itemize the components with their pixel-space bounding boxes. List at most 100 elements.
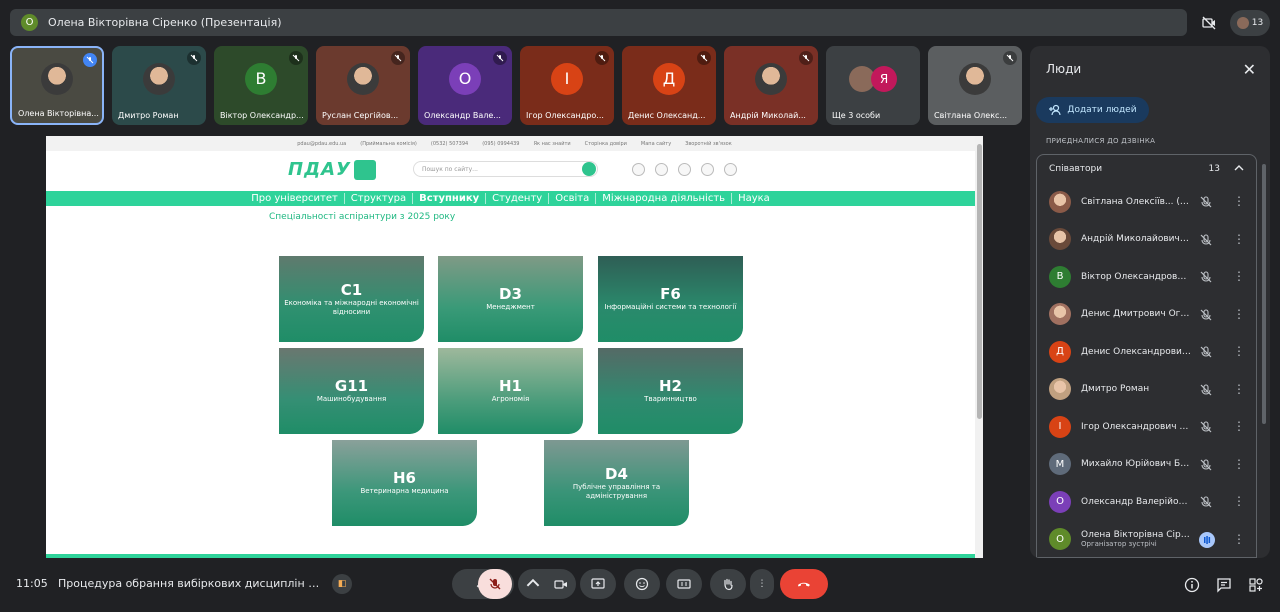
participant-role: Організатор зустрічі xyxy=(1081,540,1157,548)
more-vert-icon[interactable]: ⋮ xyxy=(1233,419,1245,433)
mic-off-icon[interactable] xyxy=(1199,307,1213,321)
camera-off-icon[interactable] xyxy=(1196,10,1222,36)
page-heading: Спеціальності аспірантури з 2025 року xyxy=(269,212,456,222)
specialty-label: Економіка та міжнародні економічні відно… xyxy=(284,298,419,316)
mic-off-icon[interactable] xyxy=(1199,457,1213,471)
site-nav: Про університет Структура Вступнику Студент… xyxy=(46,191,975,206)
add-people-button[interactable]: Додати людей xyxy=(1036,97,1149,123)
mic-off-icon[interactable] xyxy=(1199,419,1213,433)
info-icon[interactable] xyxy=(1184,577,1200,593)
specialty-label: Машинобудування xyxy=(316,395,387,404)
captions-icon xyxy=(677,579,691,589)
participant-row[interactable]: В Віктор Олександрович... ⋮ xyxy=(1037,258,1258,295)
mic-off-icon[interactable] xyxy=(1199,382,1213,396)
site-nav-item: Студенту xyxy=(486,193,550,204)
participant-tile[interactable]: Андрій Миколай... xyxy=(724,46,818,125)
participant-row[interactable]: М Михайло Юрійович Ба... ⋮ xyxy=(1037,446,1258,483)
specialty-card: G11 Машинобудування xyxy=(279,348,424,434)
avatar: В xyxy=(245,62,277,95)
group-header[interactable]: Співавтори 13 xyxy=(1037,155,1256,183)
participant-tile[interactable]: Д Денис Олександ... xyxy=(622,46,716,125)
specialty-card: H2 Тваринництво xyxy=(598,348,743,434)
mic-off-icon xyxy=(697,51,711,65)
participant-name: Андрій Миколайович Р... xyxy=(1081,234,1191,244)
more-vert-icon[interactable]: ⋮ xyxy=(1233,344,1245,358)
meeting-details-icon[interactable]: ◧ xyxy=(332,574,352,594)
chat-icon[interactable] xyxy=(1216,577,1232,593)
more-vert-icon[interactable]: ⋮ xyxy=(1233,532,1245,546)
more-vert-icon[interactable]: ⋮ xyxy=(1233,494,1245,508)
chevron-up-icon[interactable] xyxy=(526,576,540,593)
contributors-group: Співавтори 13 Світлана Олексіїв... (Ви) ⋮… xyxy=(1036,154,1257,558)
specialty-label: Агрономія xyxy=(491,395,530,404)
site-top-bar: pdau@pdau.edu.ua (Приймальна комісія) (053… xyxy=(46,136,983,151)
participant-row[interactable]: Денис Дмитрович Огар ⋮ xyxy=(1037,296,1258,333)
more-vert-icon[interactable]: ⋮ xyxy=(1233,382,1245,396)
leave-call-button[interactable] xyxy=(780,569,828,599)
more-vert-icon[interactable]: ⋮ xyxy=(1233,194,1245,208)
mic-off-icon[interactable] xyxy=(1199,494,1213,508)
more-vert-icon[interactable]: ⋮ xyxy=(1233,269,1245,283)
site-logo: ПДАУ xyxy=(288,159,376,180)
mic-off-button[interactable] xyxy=(478,569,512,599)
participant-tile[interactable]: І Ігор Олександро... xyxy=(520,46,614,125)
speaking-icon[interactable] xyxy=(1199,531,1215,548)
mic-off-icon[interactable] xyxy=(1199,232,1213,246)
participant-row[interactable]: О Олена Вікторівна Сіре... Організатор зус… xyxy=(1037,521,1258,558)
captions-button[interactable] xyxy=(666,569,702,599)
participant-name: Ще 3 особи xyxy=(832,111,881,120)
more-vert-icon[interactable]: ⋮ xyxy=(1233,232,1245,246)
logo-text: ПДАУ xyxy=(288,159,351,180)
chevron-up-icon[interactable] xyxy=(1234,164,1244,174)
participant-row[interactable]: О Олександр Валерійов... ⋮ xyxy=(1037,483,1258,520)
camera-icon[interactable] xyxy=(554,577,568,591)
close-icon[interactable]: ✕ xyxy=(1243,60,1256,79)
participant-name: Олександр Вале... xyxy=(424,111,501,120)
participant-tile[interactable]: Я Ще 3 особи xyxy=(826,46,920,125)
more-vert-icon: ⋮ xyxy=(757,579,767,589)
shared-screen: pdau@pdau.edu.ua (Приймальна комісія) (053… xyxy=(46,136,983,558)
participant-photo xyxy=(755,62,787,95)
specialty-card: H1 Агрономія xyxy=(438,348,583,434)
instagram-icon xyxy=(655,163,668,176)
more-options-button[interactable]: ⋮ xyxy=(750,569,774,599)
raise-hand-button[interactable] xyxy=(710,569,746,599)
participant-name: Денис Олександ... xyxy=(628,111,706,120)
participants-button[interactable]: 13 xyxy=(1230,10,1270,36)
present-screen-button[interactable] xyxy=(580,569,616,599)
participant-row[interactable]: Андрій Миколайович Р... ⋮ xyxy=(1037,221,1258,258)
participant-row[interactable]: Дмитро Роман ⋮ xyxy=(1037,371,1258,408)
mic-off-icon xyxy=(187,51,201,65)
leaf-icon xyxy=(353,159,376,180)
participant-row[interactable]: І Ігор Олександрович П... ⋮ xyxy=(1037,408,1258,445)
participant-tile[interactable]: Дмитро Роман xyxy=(112,46,206,125)
panel-title: Люди xyxy=(1046,62,1082,76)
participant-row[interactable]: Д Денис Олександрович... ⋮ xyxy=(1037,333,1258,370)
more-vert-icon[interactable]: ⋮ xyxy=(1233,457,1245,471)
tiktok-icon xyxy=(632,163,645,176)
specialty-label: Ветеринарна медицина xyxy=(360,487,449,496)
emoji-button[interactable] xyxy=(624,569,660,599)
participant-tile[interactable]: Олена Вікторівна... xyxy=(10,46,104,125)
mic-off-icon xyxy=(595,51,609,65)
mic-off-icon[interactable] xyxy=(1199,194,1213,208)
present-icon xyxy=(591,578,605,589)
emoji-icon xyxy=(635,577,649,591)
participant-tile[interactable]: В Віктор Олександр... xyxy=(214,46,308,125)
participant-row[interactable]: Світлана Олексіїв... (Ви) ⋮ xyxy=(1037,183,1258,220)
participant-tile[interactable]: О Олександр Вале... xyxy=(418,46,512,125)
activities-icon[interactable] xyxy=(1248,577,1264,593)
mic-off-icon[interactable] xyxy=(1199,269,1213,283)
avatar: О xyxy=(1049,490,1071,513)
group-count: 13 xyxy=(1208,164,1220,174)
more-vert-icon[interactable]: ⋮ xyxy=(1233,307,1245,321)
mic-off-icon[interactable] xyxy=(1199,344,1213,358)
panel-scrollbar[interactable] xyxy=(1262,164,1266,424)
participant-name: Віктор Олександр... xyxy=(220,111,304,120)
mic-off-icon xyxy=(489,578,501,590)
participant-tile[interactable]: Руслан Сергійов... xyxy=(316,46,410,125)
participant-tile[interactable]: Світлана Олекс... xyxy=(928,46,1022,125)
site-nav-item: Освіта xyxy=(549,193,597,204)
avatar xyxy=(1049,378,1071,400)
site-nav-item: Наука xyxy=(738,193,770,204)
